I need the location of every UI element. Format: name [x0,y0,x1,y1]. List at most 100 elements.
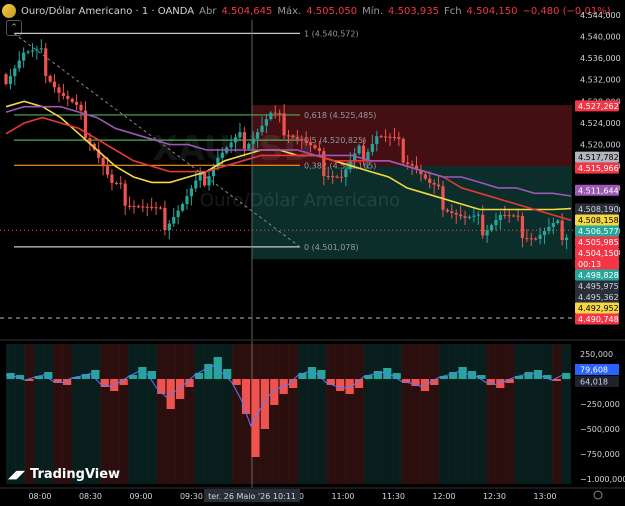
oscillator-bg-band [439,344,449,484]
oscillator-bar [260,379,269,429]
candle-body [507,215,511,217]
price-label-text: 00:13 [578,260,601,269]
x-tick-label: 09:00 [129,492,152,501]
oscillator-bg-band [279,344,289,484]
candle-body [384,136,388,138]
settings-gear-icon[interactable] [593,490,603,500]
oscillator-bg-band [53,344,63,484]
candle-body [357,145,361,154]
oscillator-bg-band [476,344,487,484]
candle-body [119,183,123,185]
candle-body [8,76,13,85]
oscillator-bg-band [156,344,167,484]
candle-body [366,151,370,160]
candle-body [313,145,317,149]
oscillator-bg-band [71,344,82,484]
candle-body [127,205,132,207]
watermark-name: Ouro/Dólar Americano [200,190,400,211]
candle-body [61,92,65,96]
oscillator-bg-band [561,344,572,484]
oscillator-bg-band [495,344,506,484]
candle-body [22,52,26,61]
tradingview-logo-text: TradingView [30,467,120,482]
candle-body [150,207,154,209]
candle-body [423,174,427,179]
oscillator-bar [147,371,156,379]
price-label-text: 4.517,782 [578,153,619,162]
x-tick-label: 09:30 [180,492,203,501]
x-tick-label: 11:00 [331,492,354,501]
oscillator-bar [91,370,100,379]
candle-body [516,215,520,217]
oscillator-bg-band [232,344,242,484]
oscillator-bg-band [420,344,430,484]
oscillator-bg-band [326,344,336,484]
oscillator-bg-band [194,344,204,484]
candle-body [278,112,282,114]
oscillator-bg-band [109,344,120,484]
candle-body [123,183,127,206]
price-label-text: 4.505,985 [578,238,619,247]
crosshair-time-label: ter. 26 Maio '26 10:11 [208,492,296,501]
oscillator-bg-band [90,344,101,484]
oscillator-bg-band [354,344,365,484]
x-tick-label: 11:30 [382,492,405,501]
candle-body [172,217,176,224]
candle-body [538,234,542,239]
candle-body [233,137,238,143]
candle-body [489,225,494,231]
oscillator-bg-band [486,344,496,484]
candle-body [564,237,569,241]
oscillator-bg-band [119,344,129,484]
oscillator-bg-band [24,344,35,484]
oscillator-bg-band [137,344,148,484]
candle-body [101,157,105,167]
price-label-text: 4.498,828 [578,271,619,280]
oscillator-bg-band [448,344,459,484]
candle-body [260,125,264,133]
price-chart[interactable]: XAUUSD Ouro/Dólar Americano 1 (4.540,572) 0… [0,0,625,506]
x-tick-label: 13:00 [533,492,556,501]
candle-body [264,119,269,126]
oscillator-bar [110,379,119,391]
oscillator-bg-band [81,344,91,484]
osc-y-tick-label: 250,000 [580,350,613,359]
candle-body [242,132,246,149]
candle-body [445,209,450,212]
candle-body [542,230,547,235]
candle-body [472,215,476,217]
candle-body [454,212,458,215]
candle-body [529,238,533,240]
candle-body [154,207,158,209]
candle-body [436,184,441,187]
candle-body [26,51,30,53]
candle-body [180,204,185,211]
candle-body [494,220,498,226]
candle-body [105,166,110,175]
watermark-symbol: XAUUSD [152,129,311,169]
osc-value-text: 64,018 [580,378,608,387]
candle-body [344,169,348,178]
candle-body [428,178,432,183]
oscillator-bg-band [429,344,440,484]
oscillator-bar [373,371,382,379]
candle-body [503,214,507,216]
oscillator-bg-band [458,344,468,484]
candle-body [560,220,564,241]
oscillator-bg-band [128,344,139,484]
x-tick-label: 12:30 [483,492,506,501]
candle-body [282,113,286,136]
oscillator-bg-band [345,344,355,484]
oscillator-bg-band [467,344,478,484]
fib-label-1: 1 (4.540,572) [304,29,359,38]
x-tick-label: 08:00 [28,492,51,501]
candle-body [485,230,489,236]
candle-body [525,238,529,240]
candle-body [459,214,463,217]
candle-body [295,137,299,139]
candle-body [291,135,295,138]
oscillator-bg-band [184,344,195,484]
fib-label-0: 0 (4.501,078) [304,243,359,252]
candle-body [269,112,273,120]
candle-body [286,135,291,137]
